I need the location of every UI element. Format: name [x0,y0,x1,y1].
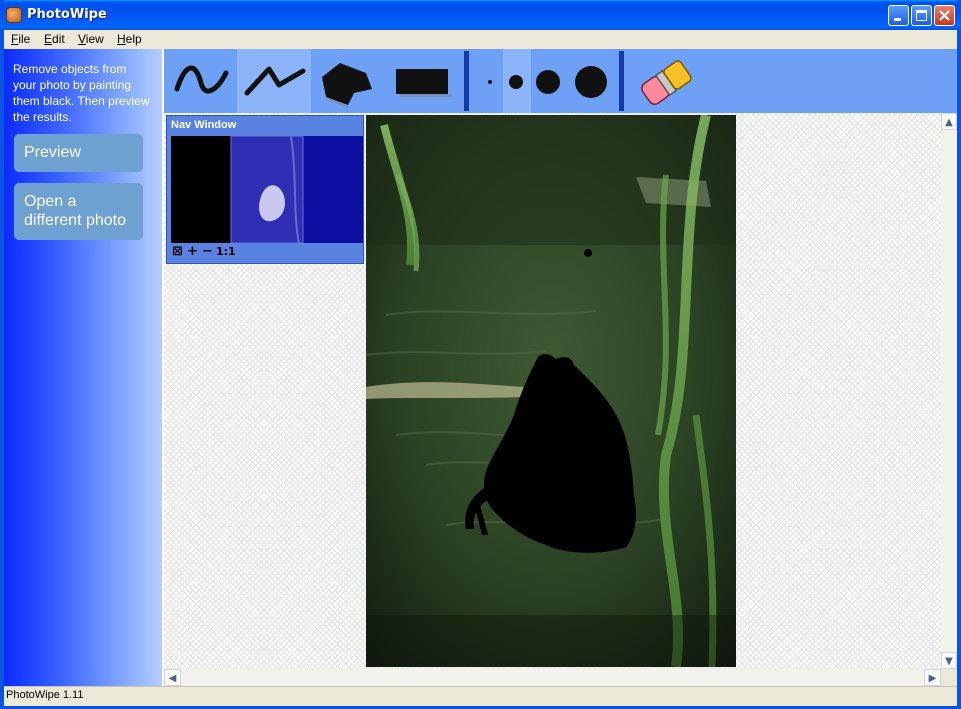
menu-bar: File Edit View Help [4,30,957,49]
line-brush-tool[interactable] [237,49,311,113]
client-area: Remove objects from your photo by painti… [4,49,957,686]
minimize-button[interactable] [888,5,909,26]
freehand-brush-icon [174,65,229,94]
instructions-text: Remove objects from your photo by painti… [13,62,150,124]
dot-tiny-icon [488,80,492,84]
menu-edit[interactable]: Edit [44,32,65,46]
toolbar-separator [464,51,469,111]
menu-view[interactable]: View [78,32,104,46]
nav-window[interactable]: Nav Window ⊠ + − 1:1 [166,115,364,264]
close-button[interactable] [934,5,955,26]
polygon-fill-tool[interactable] [312,49,376,113]
rectangle-icon [396,69,452,97]
open-photo-button[interactable]: Open a different photo [14,183,143,240]
left-panel: Remove objects from your photo by painti… [4,49,162,686]
nav-thumbnail[interactable] [171,136,363,243]
scroll-up-button[interactable]: ▲ [941,113,957,130]
polygon-icon [322,63,372,108]
tool-bar [164,49,957,113]
brush-size-small[interactable] [503,49,531,113]
dot-large-icon [575,66,607,98]
actual-size-button[interactable]: 1:1 [216,245,236,259]
horizontal-scrollbar[interactable]: ◀ ▶ [164,669,941,686]
maximize-button[interactable] [911,5,932,26]
photo-image[interactable] [366,115,736,667]
status-bar: PhotoWipe 1.11 [4,686,957,706]
app-window: PhotoWipe File Edit View Help Remove obj… [0,0,961,709]
brush-size-medium[interactable] [531,49,569,113]
dot-small-icon [509,75,523,89]
title-bar[interactable]: PhotoWipe [0,0,961,30]
app-icon [6,7,22,23]
eraser-tool[interactable] [630,49,702,113]
minimize-icon [894,18,901,21]
preview-button[interactable]: Preview [14,134,143,172]
nav-window-title: Nav Window [171,119,237,131]
close-icon [939,10,950,21]
freehand-brush-tool[interactable] [164,49,236,113]
vertical-scrollbar[interactable]: ▲ ▼ [941,113,957,669]
scroll-down-button[interactable]: ▼ [941,652,957,669]
eraser-icon [641,60,692,105]
window-title: PhotoWipe [27,7,107,22]
line-brush-icon [244,66,306,96]
fit-window-icon[interactable]: ⊠ [171,245,184,259]
dot-medium-icon [536,70,560,94]
menu-help[interactable]: Help [117,32,142,46]
scroll-left-button[interactable]: ◀ [164,669,181,686]
brush-size-tiny[interactable] [476,49,503,113]
maximize-icon [916,10,927,21]
zoom-in-icon[interactable]: + [186,245,199,259]
status-text: PhotoWipe 1.11 [6,689,84,701]
zoom-out-icon[interactable]: − [201,245,214,259]
photo-canvas[interactable]: Nav Window ⊠ + − 1:1 [164,113,941,669]
menu-file[interactable]: File [11,32,30,46]
toolbar-separator [619,51,624,111]
rectangle-fill-tool[interactable] [377,49,463,113]
scroll-right-button[interactable]: ▶ [924,669,941,686]
scrollbar-corner [941,669,957,686]
brush-size-large[interactable] [569,49,616,113]
